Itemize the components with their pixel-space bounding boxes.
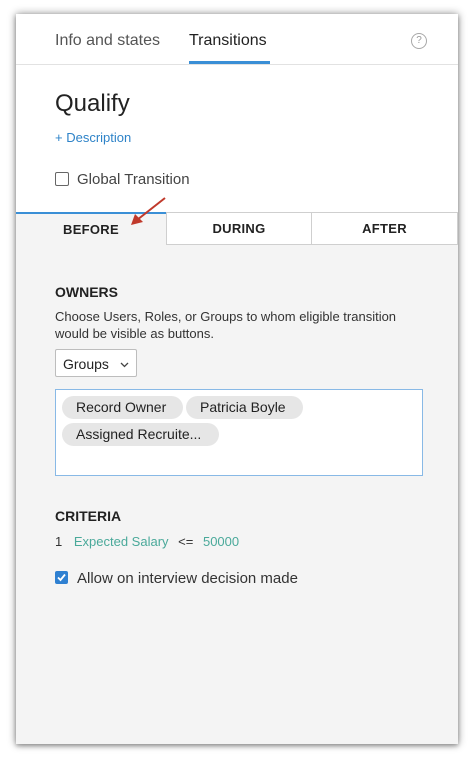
criteria-value[interactable]: 50000 (203, 534, 239, 549)
criteria-heading: CRITERIA (55, 508, 122, 524)
owners-heading: OWNERS (55, 284, 118, 300)
global-transition-label: Global Transition (77, 171, 190, 188)
transition-title: Qualify (55, 90, 130, 117)
owners-description: Choose Users, Roles, or Groups to whom e… (55, 309, 397, 341)
allow-interview-decision-label: Allow on interview decision made (77, 570, 298, 587)
criteria-operator: <= (178, 534, 194, 549)
owner-type-select[interactable]: Groups (55, 349, 137, 377)
phase-tabs: BEFORE DURING AFTER (16, 212, 458, 246)
tab-bar: Info and states Transitions ? (16, 14, 458, 65)
transition-panel: Info and states Transitions ? Qualify + … (16, 14, 458, 744)
red-arrow-icon (131, 197, 166, 225)
owner-chip-record-owner[interactable]: Record Owner (62, 396, 183, 419)
owner-chip-patricia-boyle[interactable]: Patricia Boyle (186, 396, 303, 419)
help-circle-icon[interactable]: ? (411, 33, 427, 49)
allow-interview-decision-checkbox[interactable] (55, 571, 68, 584)
tab-transitions[interactable]: Transitions (189, 32, 267, 50)
owner-type-value: Groups (63, 356, 109, 372)
panel-header: Info and states Transitions ? Qualify + … (16, 14, 458, 212)
criteria-number: 1 (55, 534, 63, 549)
owner-chip-assigned-recruiter[interactable]: Assigned Recruite... (62, 423, 219, 446)
owners-selection-box[interactable]: Record Owner Patricia Boyle Assigned Rec… (55, 389, 423, 476)
global-transition-checkbox[interactable] (55, 172, 69, 186)
criteria-field[interactable]: Expected Salary (74, 534, 169, 549)
add-description-link[interactable]: + Description (55, 130, 131, 145)
tab-info-and-states[interactable]: Info and states (55, 32, 160, 50)
criteria-row: 1 Expected Salary <= 50000 (55, 534, 239, 549)
active-tab-indicator (189, 61, 270, 64)
chevron-down-icon (120, 362, 129, 368)
checkmark-icon (57, 573, 66, 582)
tab-after[interactable]: AFTER (312, 212, 458, 245)
tab-during[interactable]: DURING (166, 212, 312, 245)
